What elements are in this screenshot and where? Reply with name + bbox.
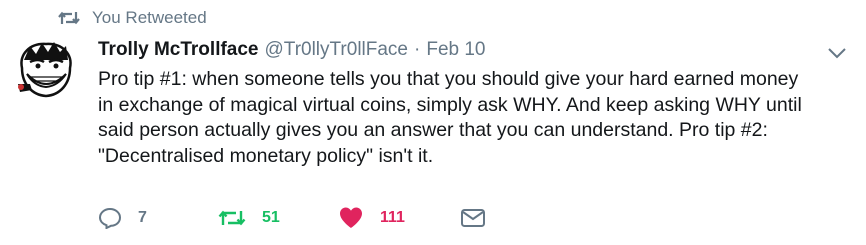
reply-icon	[98, 207, 122, 229]
envelope-icon	[460, 207, 486, 229]
heart-icon	[338, 206, 364, 230]
reply-count: 7	[138, 209, 147, 226]
direct-message-button[interactable]	[460, 207, 490, 229]
retweet-count: 51	[262, 209, 280, 226]
tweet-text: Pro tip #1: when someone tells you that …	[98, 68, 802, 167]
retweet-notice: You Retweeted	[58, 8, 207, 28]
chevron-down-icon[interactable]	[826, 44, 848, 62]
retweet-button[interactable]: 51	[218, 208, 338, 228]
like-count: 111	[380, 209, 405, 226]
tweet-actions: 7 51 111	[98, 206, 490, 230]
user-handle[interactable]: @Tr0llyTr0llFace	[265, 39, 409, 61]
reply-button[interactable]: 7	[98, 207, 218, 229]
avatar[interactable]	[16, 40, 76, 100]
retweet-notice-text: You Retweeted	[92, 8, 207, 27]
like-button[interactable]: 111	[338, 206, 460, 230]
retweet-icon	[58, 10, 80, 26]
tweet-header: Trolly McTrollface @Tr0llyTr0llFace · Fe…	[98, 39, 486, 61]
retweet-icon	[218, 208, 246, 228]
separator-dot: ·	[414, 39, 421, 60]
tweet-date[interactable]: Feb 10	[426, 39, 485, 61]
display-name[interactable]: Trolly McTrollface	[98, 39, 259, 61]
